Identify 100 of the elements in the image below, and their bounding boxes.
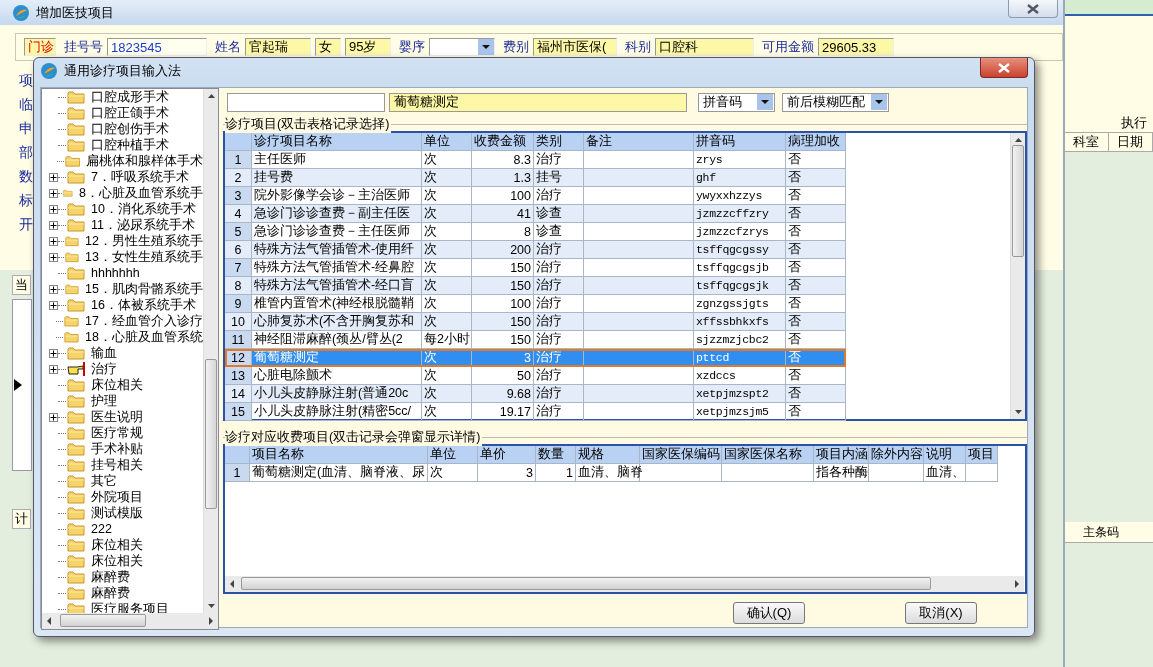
tree-item[interactable]: 扁桃体和腺样体手术 bbox=[86, 152, 203, 170]
vertical-scrollbar[interactable] bbox=[203, 89, 218, 613]
tree-item[interactable]: 麻醉费 bbox=[91, 568, 130, 586]
table-row[interactable]: 1 葡萄糖测定(血清、脑脊液、尿 次 3 1 血清、脑脊 指各种酶 血清、 bbox=[225, 464, 998, 482]
dialog-button[interactable]: 确认(Q) bbox=[733, 602, 805, 624]
input-field[interactable]: 95岁 bbox=[345, 38, 391, 56]
column-header[interactable]: 收费金额 bbox=[472, 133, 534, 151]
input-field[interactable]: 福州市医保( bbox=[533, 38, 617, 56]
expand-toggle[interactable] bbox=[49, 300, 58, 310]
tree-item[interactable]: 口腔正颌手术 bbox=[91, 104, 169, 122]
dropdown-field[interactable]: 前后模糊匹配 bbox=[782, 92, 889, 112]
column-header[interactable]: 类别 bbox=[534, 133, 584, 151]
table-row[interactable]: 11 神经阻滞麻醉(颈丛/臂丛(2 每2小时 150 治疗 sjzzmzjcbc2 否 bbox=[225, 331, 846, 349]
dropdown-field[interactable]: 拼音码 bbox=[698, 92, 775, 112]
expand-toggle[interactable] bbox=[49, 252, 58, 262]
tree-item[interactable]: 15．肌肉骨骼系统手 bbox=[85, 280, 203, 298]
scroll-thumb[interactable] bbox=[60, 614, 146, 627]
table-row[interactable]: 15 小儿头皮静脉注射(精密5cc/ 次 19.17 治疗 xetpjmzsjm5 否 bbox=[225, 403, 846, 421]
tree-item[interactable]: hhhhhhh bbox=[91, 266, 140, 280]
tree-item[interactable]: 医生说明 bbox=[91, 408, 143, 426]
visit-type-field[interactable]: 门诊 bbox=[24, 38, 56, 56]
expand-toggle[interactable] bbox=[49, 220, 58, 230]
table-row[interactable]: 14 小儿头皮静脉注射(普通20c 次 9.68 治疗 xetpjmzspt2 否 bbox=[225, 385, 846, 403]
expand-toggle[interactable] bbox=[49, 284, 58, 294]
tree-item[interactable]: 测试模版 bbox=[91, 504, 143, 522]
tree-item[interactable]: 13．女性生殖系统手 bbox=[85, 248, 203, 266]
column-header[interactable]: 单价 bbox=[478, 446, 536, 464]
table-row[interactable]: 12 葡萄糖测定 次 3 治疗 pttcd 否 bbox=[225, 349, 846, 367]
tree-item[interactable]: 口腔种植手术 bbox=[91, 136, 169, 154]
tree-item[interactable]: 床位相关 bbox=[91, 552, 143, 570]
column-header[interactable]: 项目名称 bbox=[250, 446, 428, 464]
tree-item[interactable]: 8．心脏及血管系统手 bbox=[79, 184, 203, 202]
tree-item[interactable]: 7．呼吸系统手术 bbox=[91, 168, 189, 186]
tree-item[interactable]: 挂号相关 bbox=[91, 456, 143, 474]
tree-item[interactable]: 床位相关 bbox=[91, 536, 143, 554]
column-header[interactable]: 说明 bbox=[924, 446, 966, 464]
close-button[interactable] bbox=[980, 58, 1028, 78]
scroll-thumb[interactable] bbox=[241, 577, 931, 590]
column-header[interactable]: 诊疗项目名称 bbox=[252, 133, 422, 151]
dropdown-field[interactable] bbox=[429, 38, 495, 56]
tree-item[interactable]: 手术补贴 bbox=[91, 440, 143, 458]
expand-toggle[interactable] bbox=[49, 348, 58, 358]
column-header[interactable]: 拼音码 bbox=[694, 133, 786, 151]
search-field[interactable] bbox=[227, 92, 385, 112]
column-header[interactable]: 国家医保名称 bbox=[722, 446, 814, 464]
input-field[interactable]: 官起瑞 bbox=[245, 38, 311, 56]
folder-icon bbox=[67, 170, 85, 184]
close-button[interactable] bbox=[1008, 0, 1058, 18]
tree-item[interactable]: 17．经血管介入诊疗 bbox=[85, 312, 203, 330]
tree-item[interactable]: 口腔创伤手术 bbox=[91, 120, 169, 138]
dialog-button[interactable]: 取消(X) bbox=[905, 602, 977, 624]
tree-item[interactable]: 麻醉费 bbox=[91, 584, 130, 602]
column-header[interactable]: 规格 bbox=[576, 446, 640, 464]
expand-toggle[interactable] bbox=[49, 236, 58, 246]
tree-item[interactable]: 16．体被系统手术 bbox=[91, 296, 196, 314]
tree-item[interactable]: 18．心脏及血管系统 bbox=[85, 328, 203, 346]
expand-toggle[interactable] bbox=[49, 364, 58, 374]
column-header[interactable]: 国家医保编码 bbox=[640, 446, 722, 464]
tree-item[interactable]: 治疗 bbox=[91, 360, 117, 378]
expand-toggle[interactable] bbox=[49, 172, 58, 182]
table-row[interactable]: 2 挂号费 次 1.3 挂号 ghf 否 bbox=[225, 169, 846, 187]
table-row[interactable]: 8 特殊方法气管插管术-经口盲 次 150 治疗 tsffqgcgsjk 否 bbox=[225, 277, 846, 295]
tree-item[interactable]: 11．泌尿系统手术 bbox=[91, 216, 195, 234]
tree-item[interactable]: 床位相关 bbox=[91, 376, 143, 394]
column-header[interactable]: 数量 bbox=[536, 446, 576, 464]
scroll-thumb[interactable] bbox=[1012, 145, 1024, 257]
column-header[interactable]: 项目 bbox=[966, 446, 998, 464]
horizontal-scrollbar[interactable] bbox=[225, 576, 1024, 592]
input-field[interactable]: 葡萄糖测定 bbox=[389, 92, 687, 112]
column-header[interactable]: 单位 bbox=[422, 133, 472, 151]
column-header[interactable]: 除外内容 bbox=[869, 446, 924, 464]
table-row[interactable]: 4 急诊门诊诊查费－副主任医 次 41 诊查 jzmzzcffzry 否 bbox=[225, 205, 846, 223]
column-header[interactable]: 单位 bbox=[428, 446, 478, 464]
tree-item[interactable]: 222 bbox=[91, 522, 112, 536]
tree-item[interactable]: 口腔成形手术 bbox=[91, 89, 169, 106]
column-header[interactable]: 备注 bbox=[584, 133, 694, 151]
expand-toggle[interactable] bbox=[49, 204, 58, 214]
input-field[interactable]: 29605.33 bbox=[818, 38, 894, 56]
tree-item[interactable]: 12．男性生殖系统手 bbox=[85, 232, 203, 250]
row-number: 14 bbox=[225, 385, 252, 403]
input-field[interactable]: 女 bbox=[315, 38, 341, 56]
table-row[interactable]: 10 心肺复苏术(不含开胸复苏和 次 150 治疗 xffssbhkxfs 否 bbox=[225, 313, 846, 331]
expand-toggle[interactable] bbox=[49, 188, 58, 198]
column-header[interactable]: 项目内涵 bbox=[814, 446, 869, 464]
tree-item[interactable]: 输血 bbox=[91, 344, 117, 362]
tree-item[interactable]: 10．消化系统手术 bbox=[91, 200, 196, 218]
tree-item[interactable]: 外院项目 bbox=[91, 488, 143, 506]
expand-toggle[interactable] bbox=[49, 412, 58, 422]
scroll-thumb[interactable] bbox=[205, 359, 217, 509]
input-field[interactable]: 口腔科 bbox=[655, 38, 754, 56]
table-row[interactable]: 6 特殊方法气管插管术-使用纤 次 200 治疗 tsffqgcgssy 否 bbox=[225, 241, 846, 259]
vertical-scrollbar[interactable] bbox=[1010, 133, 1025, 419]
column-header[interactable]: 病理加收 bbox=[786, 133, 846, 151]
input-field[interactable]: 1823545 bbox=[107, 38, 207, 56]
tab[interactable]: 计 bbox=[12, 509, 31, 529]
tree-item[interactable]: 医疗常规 bbox=[91, 424, 143, 442]
tree-item[interactable]: 其它 bbox=[91, 472, 117, 490]
tree-item[interactable]: 护理 bbox=[91, 392, 117, 410]
horizontal-scrollbar[interactable] bbox=[42, 613, 218, 629]
tab[interactable]: 当 bbox=[12, 275, 31, 295]
